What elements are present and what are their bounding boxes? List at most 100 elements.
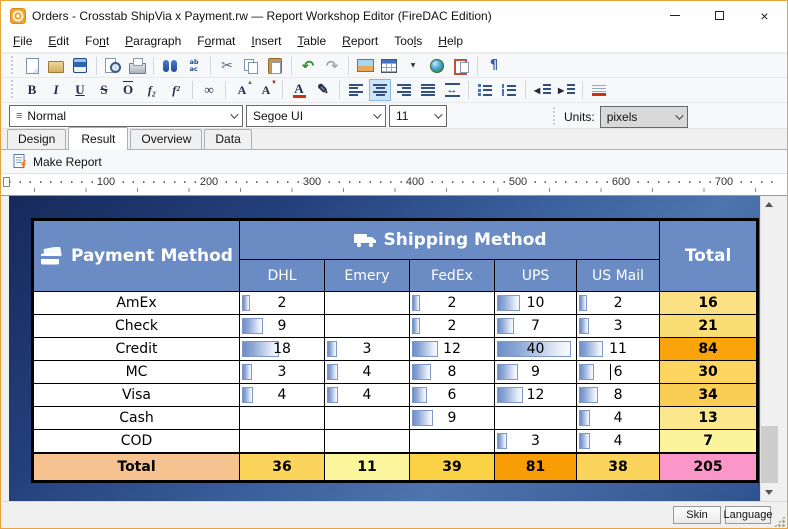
row-label[interactable]: Cash xyxy=(33,407,240,430)
paste-button[interactable] xyxy=(264,55,286,77)
formatting-marks-button[interactable]: ¶ xyxy=(483,55,505,77)
column-header-us-mail[interactable]: US Mail xyxy=(577,260,660,292)
menu-report[interactable]: Report xyxy=(334,31,386,51)
format-toolbar-grip[interactable] xyxy=(11,80,16,100)
units-combo[interactable]: pixels xyxy=(600,106,688,128)
data-cell[interactable]: 6 xyxy=(410,384,495,407)
data-cell[interactable]: 11 xyxy=(577,338,660,361)
data-cell[interactable]: 2 xyxy=(410,292,495,315)
data-cell[interactable]: 4 xyxy=(240,384,325,407)
column-total[interactable]: 11 xyxy=(325,453,410,482)
font-name-combo[interactable]: Segoe UI xyxy=(246,105,386,127)
shrink-font-button[interactable]: A xyxy=(255,79,277,101)
copy-special-button[interactable] xyxy=(450,55,472,77)
data-cell[interactable]: 9 xyxy=(240,315,325,338)
data-cell[interactable]: 3 xyxy=(325,338,410,361)
justify-button[interactable] xyxy=(417,79,439,101)
increase-indent-button[interactable]: ▶ xyxy=(555,79,577,101)
tab-overview[interactable]: Overview xyxy=(130,129,202,149)
data-cell[interactable]: 3 xyxy=(240,361,325,384)
underline-button[interactable]: U xyxy=(69,79,91,101)
find-binoculars-button[interactable] xyxy=(159,55,181,77)
copy-button[interactable] xyxy=(240,55,262,77)
data-cell[interactable] xyxy=(325,407,410,430)
data-cell[interactable]: 10 xyxy=(495,292,577,315)
data-cell[interactable]: 12 xyxy=(495,384,577,407)
menu-help[interactable]: Help xyxy=(430,31,471,51)
row-label[interactable]: Check xyxy=(33,315,240,338)
insert-table-button[interactable] xyxy=(378,55,400,77)
paragraph-style-combo[interactable]: ≡ Normal xyxy=(9,105,243,127)
scroll-down-button[interactable] xyxy=(761,484,778,501)
column-header-ups[interactable]: UPS xyxy=(495,260,577,292)
total-column-header[interactable]: Total xyxy=(660,220,758,292)
language-button[interactable]: Language xyxy=(725,506,771,524)
reading-glasses-button[interactable]: ∞ xyxy=(198,79,220,101)
row-total[interactable]: 30 xyxy=(660,361,758,384)
numbered-list-button[interactable] xyxy=(498,79,520,101)
data-cell[interactable]: 40 xyxy=(495,338,577,361)
vertical-scrollbar[interactable] xyxy=(760,196,777,501)
menu-font[interactable]: Font xyxy=(77,31,117,51)
skin-button[interactable]: Skin xyxy=(673,506,721,524)
data-cell[interactable]: 4 xyxy=(325,361,410,384)
redo-button[interactable]: ↷ xyxy=(321,55,343,77)
menu-file[interactable]: File xyxy=(5,31,40,51)
superscript-button[interactable]: f² xyxy=(165,79,187,101)
data-cell[interactable]: 2 xyxy=(240,292,325,315)
decrease-indent-button[interactable]: ◀ xyxy=(531,79,553,101)
row-total[interactable]: 21 xyxy=(660,315,758,338)
row-total[interactable]: 16 xyxy=(660,292,758,315)
data-cell[interactable]: 3 xyxy=(495,430,577,453)
data-cell[interactable]: 4 xyxy=(577,407,660,430)
scroll-thumb[interactable] xyxy=(761,426,778,483)
maximize-button[interactable] xyxy=(697,1,742,30)
row-label[interactable]: Visa xyxy=(33,384,240,407)
data-cell[interactable]: 4 xyxy=(577,430,660,453)
subscript-button[interactable]: f₂ xyxy=(141,79,163,101)
hyperlink-button[interactable] xyxy=(426,55,448,77)
row-total[interactable]: 34 xyxy=(660,384,758,407)
row-label[interactable]: MC xyxy=(33,361,240,384)
print-preview-button[interactable] xyxy=(102,55,124,77)
data-cell[interactable]: 18 xyxy=(240,338,325,361)
menu-format[interactable]: Format xyxy=(189,31,243,51)
data-cell[interactable]: 2 xyxy=(577,292,660,315)
data-cell[interactable]: 9 xyxy=(495,361,577,384)
resize-grip[interactable] xyxy=(774,516,785,527)
fit-width-button[interactable]: ↔ xyxy=(441,79,463,101)
minimize-button[interactable] xyxy=(652,1,697,30)
row-total[interactable]: 7 xyxy=(660,430,758,453)
new-document-button[interactable] xyxy=(21,55,43,77)
grand-total[interactable]: 205 xyxy=(660,453,758,482)
row-total[interactable]: 84 xyxy=(660,338,758,361)
data-cell[interactable] xyxy=(325,430,410,453)
data-cell[interactable] xyxy=(325,315,410,338)
totals-row-label[interactable]: Total xyxy=(33,453,240,482)
close-button[interactable]: × xyxy=(742,1,787,30)
column-total[interactable]: 39 xyxy=(410,453,495,482)
column-total[interactable]: 38 xyxy=(577,453,660,482)
corner-header[interactable]: Payment Method xyxy=(33,220,240,292)
menu-paragraph[interactable]: Paragraph xyxy=(117,31,189,51)
italic-button[interactable]: I xyxy=(45,79,67,101)
data-cell[interactable]: 4 xyxy=(325,384,410,407)
save-button[interactable] xyxy=(69,55,91,77)
menu-insert[interactable]: Insert xyxy=(243,31,289,51)
cut-button[interactable]: ✂ xyxy=(216,55,238,77)
tab-result[interactable]: Result xyxy=(68,127,128,150)
data-cell[interactable]: 6 xyxy=(577,361,660,384)
align-center-button[interactable] xyxy=(369,79,391,101)
open-folder-button[interactable] xyxy=(45,55,67,77)
main-toolbar-grip[interactable] xyxy=(11,56,16,76)
crosstab-table[interactable]: Payment MethodShipping MethodTotalDHLEme… xyxy=(31,218,759,483)
tab-data[interactable]: Data xyxy=(204,129,251,149)
find-replace-button[interactable]: ab ac xyxy=(183,55,205,77)
undo-button[interactable]: ↶ xyxy=(297,55,319,77)
menu-tools[interactable]: Tools xyxy=(386,31,430,51)
overline-button[interactable]: O xyxy=(117,79,139,101)
group-header[interactable]: Shipping Method xyxy=(240,220,660,260)
data-cell[interactable]: 9 xyxy=(410,407,495,430)
bullet-list-button[interactable] xyxy=(474,79,496,101)
table-menu-arrow-button[interactable]: ▼ xyxy=(402,55,424,77)
